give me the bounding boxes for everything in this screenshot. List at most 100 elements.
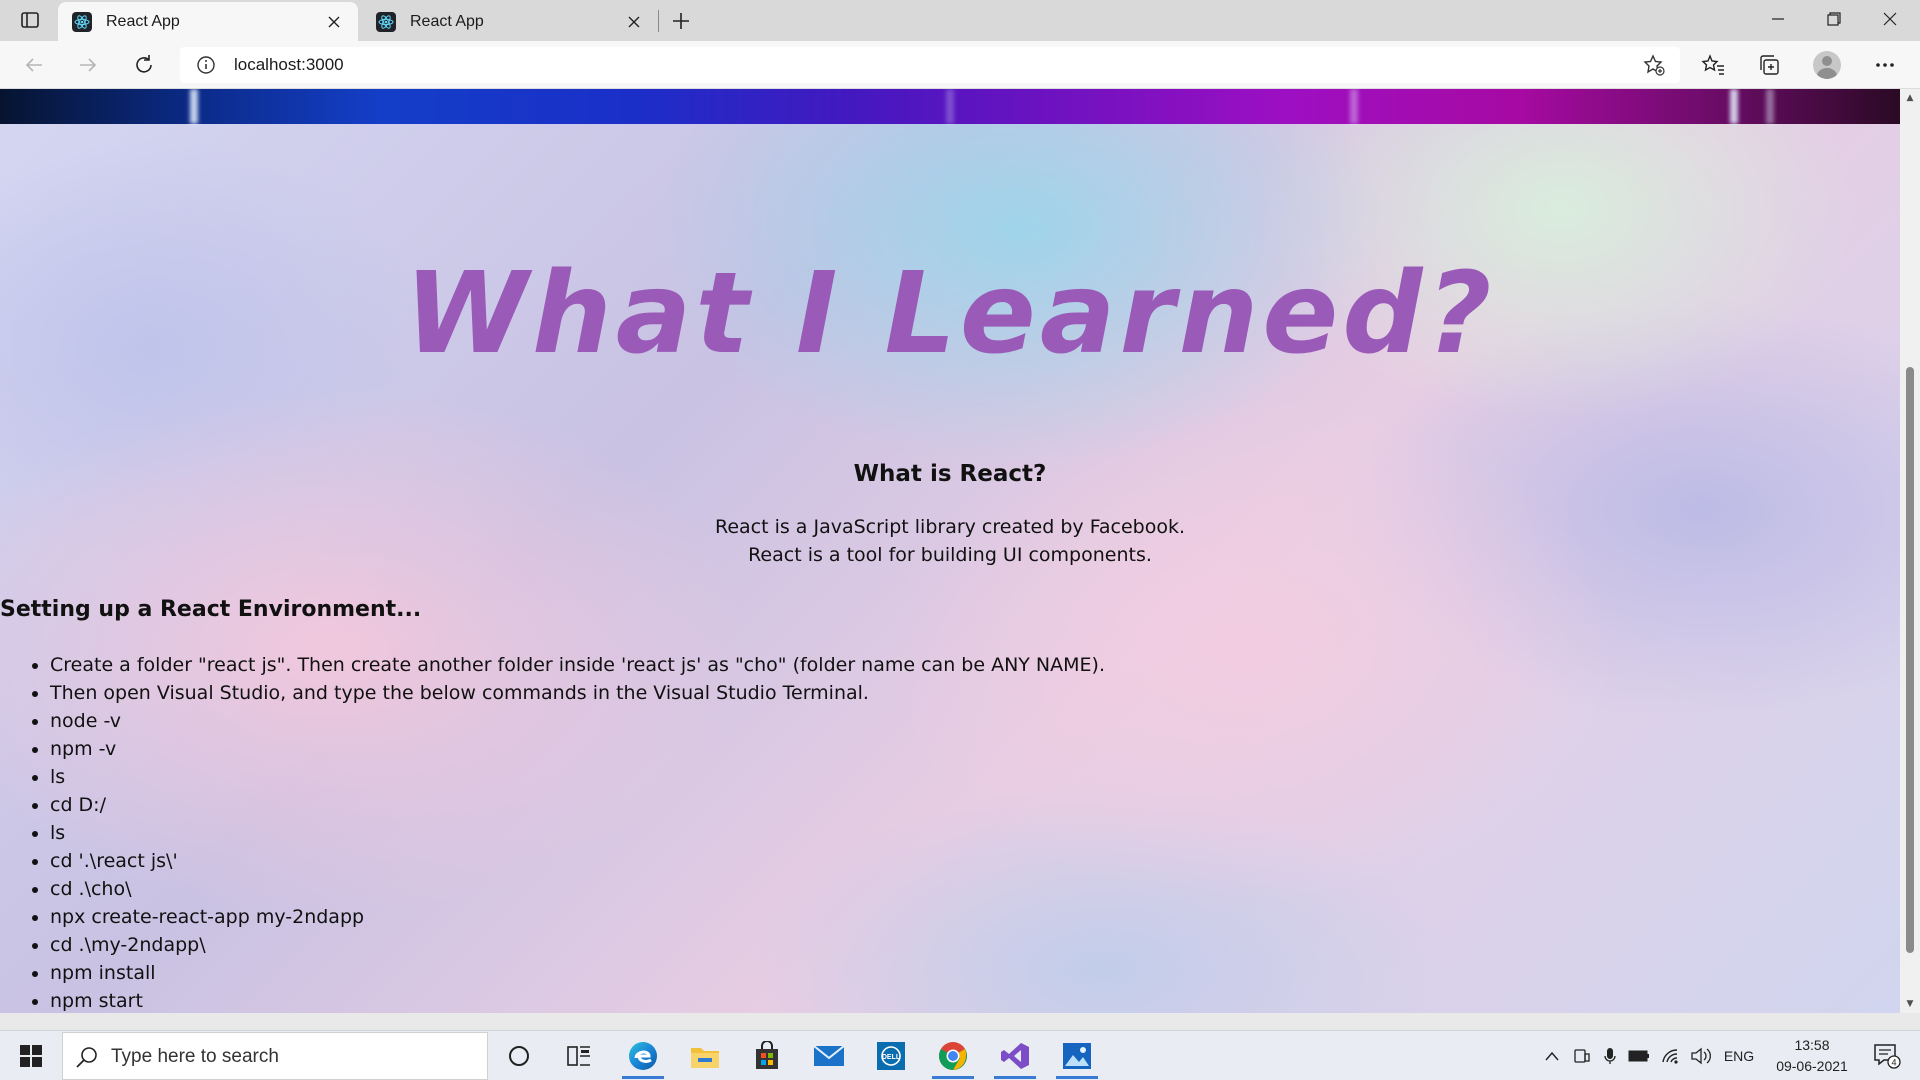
tab-strip: React App React App xyxy=(0,0,1920,41)
info-icon[interactable] xyxy=(196,55,216,75)
forward-button[interactable] xyxy=(72,49,104,81)
profile-button[interactable] xyxy=(1810,49,1844,81)
windows-logo-icon xyxy=(20,1045,42,1067)
task-view-icon xyxy=(567,1046,590,1066)
taskbar-store[interactable] xyxy=(738,1033,796,1079)
settings-more-button[interactable] xyxy=(1868,49,1902,81)
cortana-button[interactable] xyxy=(490,1033,548,1079)
collections-icon xyxy=(1760,55,1779,75)
list-item: node -v xyxy=(50,707,1105,735)
back-button[interactable] xyxy=(18,49,50,81)
tab-title: React App xyxy=(106,12,180,30)
language-indicator[interactable]: ENG xyxy=(1718,1045,1760,1067)
list-item: ls xyxy=(50,819,1105,847)
notifications-icon: 4 xyxy=(1874,1044,1901,1069)
browser-toolbar: localhost:3000 xyxy=(0,41,1920,89)
wifi-icon xyxy=(1662,1049,1678,1064)
list-item: npm start xyxy=(50,987,1105,1013)
wifi-button[interactable] xyxy=(1658,1045,1684,1067)
taskbar-dell[interactable]: DELL xyxy=(862,1033,920,1079)
list-item: cd .\my-2ndapp\ xyxy=(50,931,1105,959)
close-icon xyxy=(1883,12,1897,26)
tab-react-app[interactable]: React App xyxy=(362,2,658,41)
svg-text:DELL: DELL xyxy=(882,1054,901,1061)
plus-icon xyxy=(673,13,689,29)
tab-react-app-active[interactable]: React App xyxy=(58,2,358,41)
clock-time: 13:58 xyxy=(1794,1037,1830,1053)
scrollbar-thumb[interactable] xyxy=(1906,367,1914,953)
what-is-react-heading: What is React? xyxy=(853,461,1047,487)
taskbar-search-input[interactable]: Type here to search xyxy=(62,1032,488,1080)
list-item: cd D:/ xyxy=(50,791,1105,819)
tab-close-icon[interactable] xyxy=(324,12,344,32)
list-item: Create a folder "react js". Then create … xyxy=(50,651,1105,679)
clock-date: 09-06-2021 xyxy=(1776,1058,1848,1074)
visual-studio-icon xyxy=(1001,1043,1029,1069)
task-view-button[interactable] xyxy=(550,1033,608,1079)
back-arrow-icon xyxy=(25,58,42,72)
windows-taskbar: Type here to search DELL ENG 13:58 09-06… xyxy=(0,1030,1920,1080)
list-item: cd '.\react js\' xyxy=(50,847,1105,875)
react-favicon-icon xyxy=(376,11,396,32)
action-center-button[interactable]: 4 xyxy=(1864,1037,1910,1075)
cortana-icon xyxy=(509,1046,529,1066)
avatar xyxy=(1813,51,1841,79)
intro-line: React is a JavaScript library created by… xyxy=(714,516,1186,538)
mail-icon xyxy=(813,1045,845,1066)
tab-close-icon[interactable] xyxy=(624,12,644,32)
tab-actions-icon xyxy=(21,12,39,28)
battery-button[interactable] xyxy=(1626,1045,1652,1067)
device-icon xyxy=(1574,1049,1590,1063)
file-explorer-icon xyxy=(691,1048,719,1068)
taskbar-photos[interactable] xyxy=(1048,1033,1106,1079)
taskbar-file-explorer[interactable] xyxy=(676,1033,734,1079)
setup-steps-list: Create a folder "react js". Then create … xyxy=(50,651,1105,1013)
list-item: npx create-react-app my-2ndapp xyxy=(50,903,1105,931)
scroll-up-icon[interactable]: ▲ xyxy=(1900,89,1920,107)
store-icon xyxy=(756,1041,778,1069)
taskbar-mail[interactable] xyxy=(800,1033,858,1079)
tab-separator xyxy=(658,10,659,32)
minimize-button[interactable] xyxy=(1750,0,1806,38)
add-favorite-icon[interactable] xyxy=(1642,53,1666,77)
scroll-down-icon[interactable]: ▼ xyxy=(1900,995,1920,1013)
page-viewport: What I Learned? What is React? React is … xyxy=(0,89,1900,1013)
address-bar[interactable]: localhost:3000 xyxy=(180,47,1680,83)
battery-icon xyxy=(1628,1050,1649,1062)
show-hidden-icons-button[interactable] xyxy=(1538,1045,1566,1067)
microphone-button[interactable] xyxy=(1598,1045,1622,1067)
new-tab-button[interactable] xyxy=(666,6,696,36)
url-text: localhost:3000 xyxy=(234,55,344,74)
tab-title: React App xyxy=(410,12,484,30)
list-item: ls xyxy=(50,763,1105,791)
notification-count: 4 xyxy=(1891,1058,1896,1068)
refresh-button[interactable] xyxy=(128,49,160,81)
favorites-icon xyxy=(1701,54,1724,75)
close-window-button[interactable] xyxy=(1862,0,1918,38)
react-favicon-icon xyxy=(72,11,92,32)
favorites-button[interactable] xyxy=(1696,49,1730,81)
system-clock[interactable]: 13:58 09-06-2021 xyxy=(1762,1035,1862,1077)
microphone-icon xyxy=(1604,1048,1616,1064)
dell-icon: DELL xyxy=(877,1042,905,1070)
chrome-icon xyxy=(939,1042,967,1070)
header-banner-image xyxy=(0,89,1900,124)
restore-button[interactable] xyxy=(1806,0,1862,38)
refresh-icon xyxy=(136,55,152,73)
intro-line: React is a tool for building UI componen… xyxy=(748,544,1152,566)
more-dots-icon xyxy=(1876,63,1894,67)
volume-icon xyxy=(1691,1047,1711,1065)
collections-button[interactable] xyxy=(1752,49,1786,81)
taskbar-chrome[interactable] xyxy=(924,1033,982,1079)
intro-paragraph: React is a JavaScript library created by… xyxy=(0,513,1900,569)
list-item: Then open Visual Studio, and type the be… xyxy=(50,679,1105,707)
taskbar-edge[interactable] xyxy=(614,1033,672,1079)
device-tray-button[interactable] xyxy=(1570,1045,1594,1067)
volume-button[interactable] xyxy=(1688,1045,1714,1067)
start-button[interactable] xyxy=(8,1037,54,1075)
taskbar-visual-studio[interactable] xyxy=(986,1033,1044,1079)
restore-icon xyxy=(1827,12,1841,26)
tab-actions-button[interactable] xyxy=(14,7,46,33)
vertical-scrollbar[interactable]: ▲ ▼ xyxy=(1900,89,1920,1013)
search-icon xyxy=(76,1047,97,1068)
